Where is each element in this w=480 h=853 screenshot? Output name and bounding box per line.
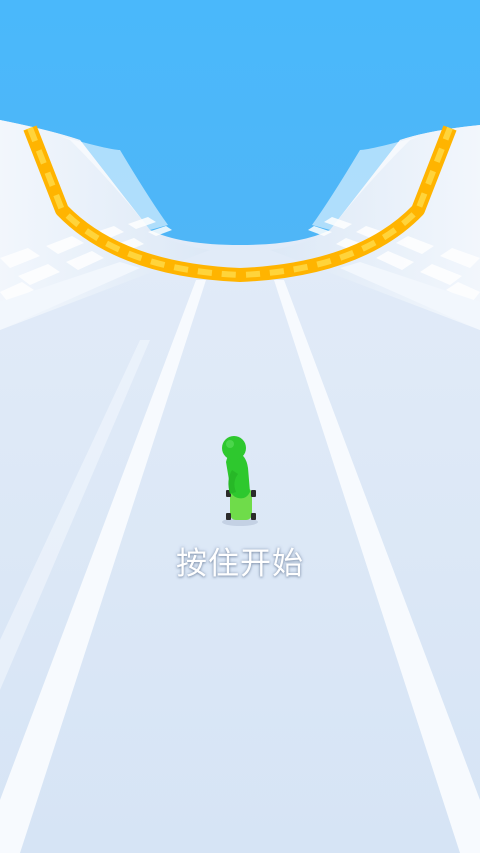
player-head xyxy=(222,436,246,460)
track-scene xyxy=(0,0,480,853)
hold-to-start-prompt: 按住开始 xyxy=(176,546,304,582)
skateboard-wheel xyxy=(251,490,256,497)
player-head-highlight xyxy=(226,440,234,448)
skateboard-wheel xyxy=(226,513,231,520)
skateboard-wheel xyxy=(251,513,256,520)
game-scene[interactable]: 按住开始 xyxy=(0,0,480,853)
